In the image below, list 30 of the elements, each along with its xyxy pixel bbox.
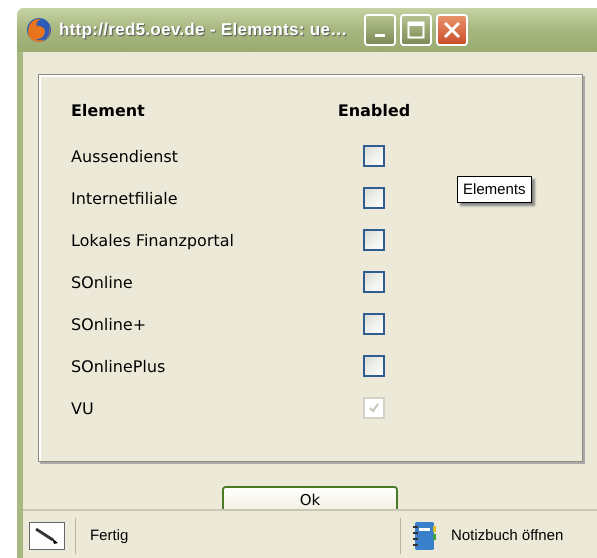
maximize-icon [406, 21, 425, 39]
tooltip: Elements [457, 176, 532, 203]
enabled-checkbox[interactable] [363, 145, 385, 167]
enabled-checkbox[interactable] [363, 271, 385, 293]
pen-icon [29, 522, 65, 550]
browser-logo-icon [25, 16, 53, 44]
element-label: Lokales Finanzportal [71, 230, 235, 250]
window-title: http://red5.oev.de - Elements: ue… [59, 20, 348, 40]
element-label: Aussendienst [71, 146, 179, 166]
notebook-icon[interactable] [411, 520, 437, 550]
close-button[interactable] [436, 14, 468, 46]
enabled-checkbox[interactable] [363, 313, 385, 335]
notebook-link[interactable]: Notizbuch öffnen [451, 527, 564, 544]
check-icon [368, 402, 380, 414]
enabled-checkbox[interactable] [363, 229, 385, 251]
element-label: VU [71, 398, 95, 418]
column-header: Enabled [338, 101, 410, 120]
minimize-icon [374, 34, 385, 36]
element-label: SOnline [71, 272, 134, 292]
element-label: SOnlinePlus [71, 356, 166, 376]
column-header: Element [71, 101, 146, 120]
enabled-checkbox[interactable] [363, 187, 385, 209]
status-text: Fertig [89, 527, 130, 544]
close-icon [442, 21, 461, 39]
minimize-button[interactable] [364, 14, 396, 46]
enabled-checkbox[interactable] [363, 355, 385, 377]
ok-button[interactable]: Ok [222, 486, 398, 509]
element-label: Internetfiliale [71, 188, 179, 208]
maximize-button[interactable] [400, 14, 432, 46]
element-label: SOnline+ [71, 314, 148, 334]
